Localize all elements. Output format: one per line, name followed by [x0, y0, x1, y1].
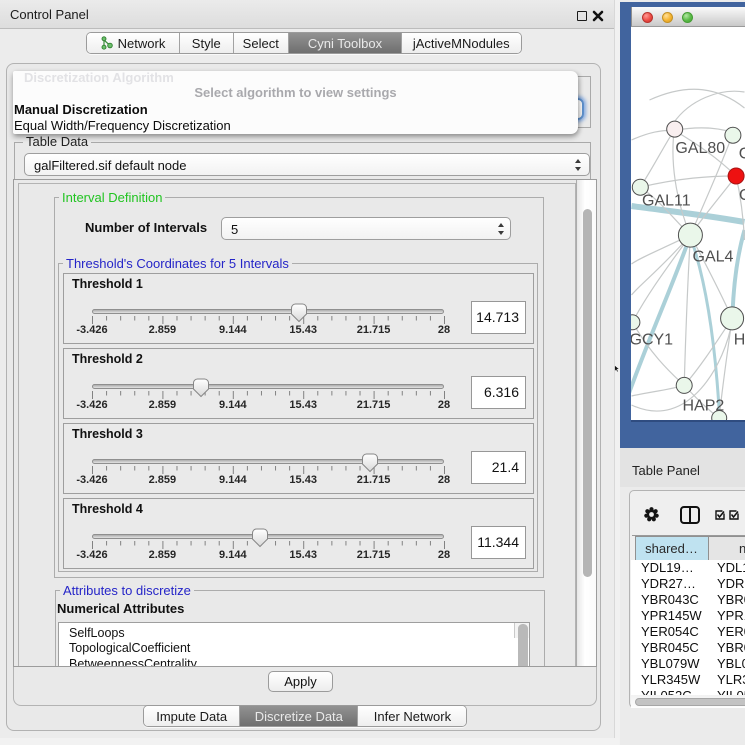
svg-text:HAP2: HAP2 [683, 398, 725, 415]
svg-text:GCY1: GCY1 [631, 332, 673, 349]
svg-text:GAL80: GAL80 [675, 140, 725, 157]
svg-text:GAL3: GAL3 [739, 146, 745, 163]
svg-text:CY: CY [739, 187, 745, 204]
svg-text:GAL11: GAL11 [642, 193, 691, 210]
svg-text:GAL4: GAL4 [693, 249, 734, 266]
svg-text:HAP4: HAP4 [734, 332, 745, 349]
